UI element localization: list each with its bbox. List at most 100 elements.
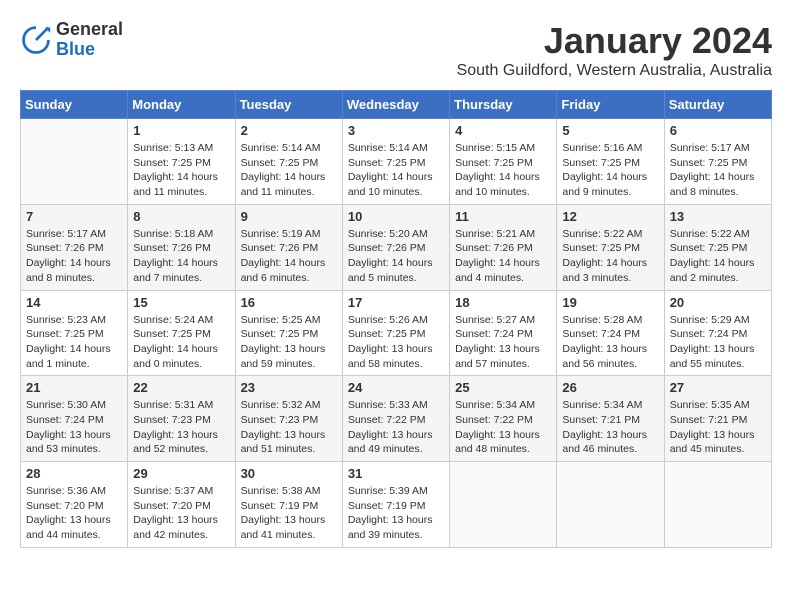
day-number: 2: [241, 123, 337, 138]
calendar-cell: 13 Sunrise: 5:22 AM Sunset: 7:25 PM Dayli…: [664, 204, 771, 290]
calendar-cell: 31 Sunrise: 5:39 AM Sunset: 7:19 PM Dayli…: [342, 462, 449, 548]
calendar-cell: 17 Sunrise: 5:26 AM Sunset: 7:25 PM Dayli…: [342, 290, 449, 376]
calendar-cell: 4 Sunrise: 5:15 AM Sunset: 7:25 PM Daylig…: [450, 119, 557, 205]
day-number: 20: [670, 295, 766, 310]
day-number: 27: [670, 380, 766, 395]
day-number: 19: [562, 295, 658, 310]
calendar-cell: [664, 462, 771, 548]
day-number: 8: [133, 209, 229, 224]
calendar-cell: 7Sunrise: 5:17 AM Sunset: 7:26 PM Daylig…: [21, 204, 128, 290]
header-wednesday: Wednesday: [342, 91, 449, 119]
day-info: Sunrise: 5:20 AM Sunset: 7:26 PM Dayligh…: [348, 227, 444, 286]
calendar-cell: 23Sunrise: 5:32 AM Sunset: 7:23 PM Dayli…: [235, 376, 342, 462]
day-number: 29: [133, 466, 229, 481]
logo: General Blue: [20, 20, 123, 60]
day-number: 31: [348, 466, 444, 481]
day-info: Sunrise: 5:31 AM Sunset: 7:23 PM Dayligh…: [133, 398, 229, 457]
calendar-cell: 21 Sunrise: 5:30 AM Sunset: 7:24 PM Dayli…: [21, 376, 128, 462]
day-info: Sunrise: 5:19 AM Sunset: 7:26 PM Dayligh…: [241, 227, 337, 286]
header-friday: Friday: [557, 91, 664, 119]
day-info: Sunrise: 5:22 AM Sunset: 7:25 PM Dayligh…: [670, 227, 766, 286]
calendar-cell: 15 Sunrise: 5:24 AM Sunset: 7:25 PM Dayli…: [128, 290, 235, 376]
calendar-cell: 27Sunrise: 5:35 AM Sunset: 7:21 PM Dayli…: [664, 376, 771, 462]
calendar-cell: 8 Sunrise: 5:18 AM Sunset: 7:26 PM Daylig…: [128, 204, 235, 290]
day-info: Sunrise: 5:36 AM Sunset: 7:20 PM Dayligh…: [26, 484, 122, 543]
calendar-cell: 16Sunrise: 5:25 AM Sunset: 7:25 PM Dayli…: [235, 290, 342, 376]
day-number: 3: [348, 123, 444, 138]
calendar-cell: 12Sunrise: 5:22 AM Sunset: 7:25 PM Dayli…: [557, 204, 664, 290]
day-info: Sunrise: 5:27 AM Sunset: 7:24 PM Dayligh…: [455, 313, 551, 372]
day-number: 6: [670, 123, 766, 138]
header-thursday: Thursday: [450, 91, 557, 119]
calendar-cell: 2 Sunrise: 5:14 AM Sunset: 7:25 PM Daylig…: [235, 119, 342, 205]
calendar-cell: 19 Sunrise: 5:28 AM Sunset: 7:24 PM Dayli…: [557, 290, 664, 376]
calendar-cell: 1 Sunrise: 5:13 AM Sunset: 7:25 PM Daylig…: [128, 119, 235, 205]
calendar-cell: 24Sunrise: 5:33 AM Sunset: 7:22 PM Dayli…: [342, 376, 449, 462]
calendar-week-2: 7Sunrise: 5:17 AM Sunset: 7:26 PM Daylig…: [21, 204, 772, 290]
day-info: Sunrise: 5:34 AM Sunset: 7:21 PM Dayligh…: [562, 398, 658, 457]
calendar-cell: 18 Sunrise: 5:27 AM Sunset: 7:24 PM Dayli…: [450, 290, 557, 376]
day-number: 18: [455, 295, 551, 310]
day-info: Sunrise: 5:23 AM Sunset: 7:25 PM Dayligh…: [26, 313, 122, 372]
calendar-cell: [450, 462, 557, 548]
day-number: 17: [348, 295, 444, 310]
day-info: Sunrise: 5:28 AM Sunset: 7:24 PM Dayligh…: [562, 313, 658, 372]
day-number: 22: [133, 380, 229, 395]
day-number: 24: [348, 380, 444, 395]
calendar-cell: 29 Sunrise: 5:37 AM Sunset: 7:20 PM Dayli…: [128, 462, 235, 548]
day-info: Sunrise: 5:14 AM Sunset: 7:25 PM Dayligh…: [241, 141, 337, 200]
calendar-table: SundayMondayTuesdayWednesdayThursdayFrid…: [20, 90, 772, 548]
calendar-cell: 11Sunrise: 5:21 AM Sunset: 7:26 PM Dayli…: [450, 204, 557, 290]
day-info: Sunrise: 5:30 AM Sunset: 7:24 PM Dayligh…: [26, 398, 122, 457]
title-block: January 2024 South Guildford, Western Au…: [457, 20, 772, 80]
calendar-cell: 10 Sunrise: 5:20 AM Sunset: 7:26 PM Dayli…: [342, 204, 449, 290]
calendar-cell: 20 Sunrise: 5:29 AM Sunset: 7:24 PM Dayli…: [664, 290, 771, 376]
day-number: 10: [348, 209, 444, 224]
day-number: 21: [26, 380, 122, 395]
day-info: Sunrise: 5:39 AM Sunset: 7:19 PM Dayligh…: [348, 484, 444, 543]
calendar-cell: 9 Sunrise: 5:19 AM Sunset: 7:26 PM Daylig…: [235, 204, 342, 290]
day-info: Sunrise: 5:15 AM Sunset: 7:25 PM Dayligh…: [455, 141, 551, 200]
calendar-cell: 6 Sunrise: 5:17 AM Sunset: 7:25 PM Daylig…: [664, 119, 771, 205]
day-number: 5: [562, 123, 658, 138]
day-number: 1: [133, 123, 229, 138]
calendar-cell: 26 Sunrise: 5:34 AM Sunset: 7:21 PM Dayli…: [557, 376, 664, 462]
day-info: Sunrise: 5:18 AM Sunset: 7:26 PM Dayligh…: [133, 227, 229, 286]
day-info: Sunrise: 5:37 AM Sunset: 7:20 PM Dayligh…: [133, 484, 229, 543]
calendar-cell: 25 Sunrise: 5:34 AM Sunset: 7:22 PM Dayli…: [450, 376, 557, 462]
day-number: 13: [670, 209, 766, 224]
day-info: Sunrise: 5:25 AM Sunset: 7:25 PM Dayligh…: [241, 313, 337, 372]
day-number: 26: [562, 380, 658, 395]
header-monday: Monday: [128, 91, 235, 119]
calendar-cell: 30 Sunrise: 5:38 AM Sunset: 7:19 PM Dayli…: [235, 462, 342, 548]
day-info: Sunrise: 5:24 AM Sunset: 7:25 PM Dayligh…: [133, 313, 229, 372]
day-number: 15: [133, 295, 229, 310]
day-number: 28: [26, 466, 122, 481]
calendar-cell: 28 Sunrise: 5:36 AM Sunset: 7:20 PM Dayli…: [21, 462, 128, 548]
day-info: Sunrise: 5:38 AM Sunset: 7:19 PM Dayligh…: [241, 484, 337, 543]
calendar-week-4: 21 Sunrise: 5:30 AM Sunset: 7:24 PM Dayli…: [21, 376, 772, 462]
header-sunday: Sunday: [21, 91, 128, 119]
logo-text: General Blue: [56, 20, 123, 60]
day-info: Sunrise: 5:29 AM Sunset: 7:24 PM Dayligh…: [670, 313, 766, 372]
day-number: 25: [455, 380, 551, 395]
calendar-cell: 5Sunrise: 5:16 AM Sunset: 7:25 PM Daylig…: [557, 119, 664, 205]
calendar-cell: [557, 462, 664, 548]
day-number: 4: [455, 123, 551, 138]
calendar-week-5: 28 Sunrise: 5:36 AM Sunset: 7:20 PM Dayli…: [21, 462, 772, 548]
day-number: 12: [562, 209, 658, 224]
day-number: 23: [241, 380, 337, 395]
day-info: Sunrise: 5:26 AM Sunset: 7:25 PM Dayligh…: [348, 313, 444, 372]
calendar-week-1: 1 Sunrise: 5:13 AM Sunset: 7:25 PM Daylig…: [21, 119, 772, 205]
day-info: Sunrise: 5:34 AM Sunset: 7:22 PM Dayligh…: [455, 398, 551, 457]
logo-icon: [20, 24, 52, 56]
day-number: 9: [241, 209, 337, 224]
page-header: General Blue January 2024 South Guildfor…: [20, 20, 772, 80]
day-number: 14: [26, 295, 122, 310]
day-info: Sunrise: 5:13 AM Sunset: 7:25 PM Dayligh…: [133, 141, 229, 200]
day-number: 30: [241, 466, 337, 481]
header-tuesday: Tuesday: [235, 91, 342, 119]
day-info: Sunrise: 5:17 AM Sunset: 7:25 PM Dayligh…: [670, 141, 766, 200]
calendar-subtitle: South Guildford, Western Australia, Aust…: [457, 62, 772, 80]
day-number: 7: [26, 209, 122, 224]
